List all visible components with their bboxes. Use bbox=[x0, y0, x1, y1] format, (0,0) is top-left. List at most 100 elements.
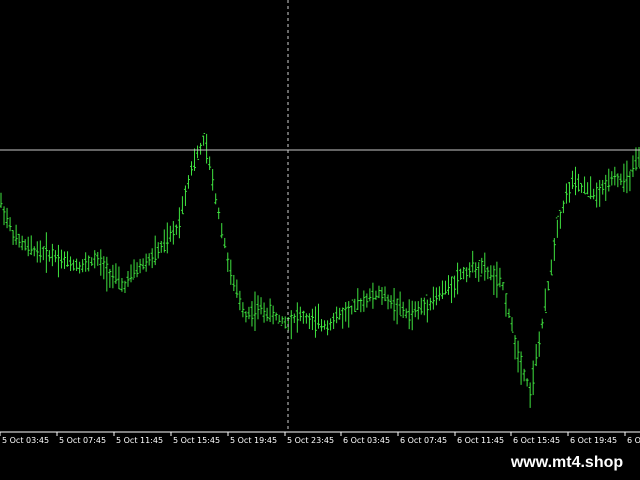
price-bar bbox=[440, 280, 444, 299]
price-bar bbox=[96, 251, 100, 266]
time-axis-label: 5 Oct 19:45 bbox=[230, 436, 277, 445]
price-bar bbox=[371, 282, 375, 309]
price-bar bbox=[90, 257, 94, 266]
price-bar bbox=[583, 176, 587, 195]
price-bar bbox=[93, 250, 97, 269]
price-bar bbox=[247, 306, 251, 320]
price-bar bbox=[504, 293, 508, 317]
price-bar bbox=[386, 294, 390, 310]
price-bar bbox=[168, 225, 172, 242]
price-bar bbox=[241, 302, 245, 318]
time-axis-label: 5 Oct 15:45 bbox=[173, 436, 220, 445]
time-axis-label: 6 Oct 19:45 bbox=[570, 436, 617, 445]
price-bar bbox=[419, 297, 423, 315]
price-bar bbox=[292, 313, 296, 324]
price-bar bbox=[72, 259, 76, 271]
price-bar bbox=[171, 221, 175, 245]
price-bar bbox=[20, 235, 24, 251]
price-bar bbox=[262, 302, 266, 323]
price-bar bbox=[598, 179, 602, 207]
price-bar bbox=[38, 240, 42, 263]
price-bar bbox=[150, 248, 154, 269]
price-bar bbox=[29, 235, 33, 255]
price-chart[interactable]: 5 Oct 03:45 5 Oct 07:45 5 Oct 11:45 5 Oct 1… bbox=[0, 0, 640, 450]
time-axis-label: 6 Oct 03:45 bbox=[343, 436, 390, 445]
price-bar bbox=[193, 148, 197, 171]
price-bar bbox=[329, 318, 333, 331]
price-bar bbox=[120, 277, 124, 292]
price-bar bbox=[183, 185, 187, 206]
price-bar bbox=[232, 274, 236, 292]
price-bar bbox=[625, 160, 629, 194]
chart-window[interactable]: 5 Oct 03:45 5 Oct 07:45 5 Oct 11:45 5 Oct 1… bbox=[0, 0, 640, 453]
price-bar bbox=[471, 250, 475, 273]
price-bar bbox=[199, 142, 203, 155]
price-bar bbox=[214, 193, 218, 205]
price-bar bbox=[144, 253, 148, 272]
price-bar bbox=[407, 299, 411, 330]
price-bar bbox=[141, 258, 145, 270]
price-bar bbox=[522, 368, 526, 382]
price-bar bbox=[477, 260, 481, 282]
price-bar bbox=[84, 252, 88, 272]
price-bar bbox=[126, 270, 130, 287]
time-axis-label: 5 Oct 03:45 bbox=[2, 436, 49, 445]
time-axis-label: 5 Oct 23:45 bbox=[287, 436, 334, 445]
price-bar bbox=[129, 264, 133, 283]
price-bar bbox=[229, 259, 233, 285]
price-bar bbox=[162, 229, 166, 253]
price-bar bbox=[459, 268, 463, 280]
price-bar bbox=[256, 295, 260, 320]
price-bar bbox=[492, 265, 496, 296]
price-bar bbox=[326, 320, 330, 336]
price-bar bbox=[380, 287, 384, 305]
price-bar bbox=[480, 257, 484, 277]
price-bar bbox=[8, 217, 12, 232]
price-bar bbox=[132, 259, 136, 280]
price-bar bbox=[174, 224, 178, 235]
price-bar bbox=[283, 316, 287, 329]
price-bar bbox=[332, 312, 336, 330]
price-bar bbox=[268, 298, 272, 322]
price-bar bbox=[613, 166, 617, 186]
price-bar bbox=[561, 200, 565, 214]
price-bar bbox=[422, 297, 426, 316]
price-bar bbox=[338, 307, 342, 320]
time-axis-label: 5 Oct 11:45 bbox=[116, 436, 163, 445]
watermark-label: www.mt4.shop bbox=[494, 446, 640, 480]
price-bar bbox=[447, 275, 451, 295]
price-bar bbox=[416, 301, 420, 320]
price-bar bbox=[159, 240, 163, 253]
price-bar bbox=[501, 282, 505, 291]
price-bar bbox=[253, 291, 257, 331]
price-bar bbox=[220, 223, 224, 239]
price-bar bbox=[289, 310, 293, 340]
price-bar bbox=[468, 262, 472, 278]
price-bar bbox=[280, 316, 284, 326]
price-bar bbox=[26, 236, 30, 257]
price-bar bbox=[462, 266, 466, 280]
price-bar bbox=[0, 192, 3, 208]
price-bar bbox=[574, 166, 578, 196]
price-bar bbox=[631, 155, 635, 178]
price-bar bbox=[277, 314, 281, 324]
price-bar bbox=[156, 242, 160, 259]
price-bar bbox=[320, 319, 324, 332]
time-axis-label: 6 Oct bbox=[627, 436, 640, 445]
price-bar bbox=[41, 246, 45, 261]
price-bar bbox=[250, 301, 254, 327]
price-bar bbox=[114, 263, 118, 284]
price-bar bbox=[389, 295, 393, 309]
price-bar bbox=[368, 288, 372, 302]
price-bar bbox=[549, 259, 553, 276]
price-bar bbox=[570, 170, 574, 190]
price-bar bbox=[223, 237, 227, 249]
price-bar bbox=[350, 299, 354, 315]
price-bar bbox=[11, 230, 15, 245]
price-bar bbox=[35, 241, 39, 263]
price-bar bbox=[153, 235, 157, 266]
price-bar bbox=[595, 182, 599, 208]
price-bar bbox=[14, 224, 18, 245]
price-bar bbox=[323, 320, 327, 330]
price-bar bbox=[580, 182, 584, 193]
